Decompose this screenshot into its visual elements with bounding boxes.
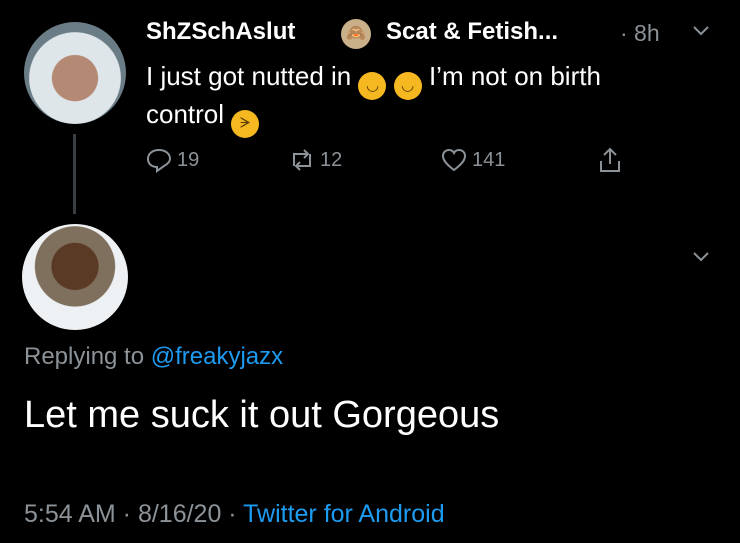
tweet-text-line-1: I just got nutted in ◡ ◡ I’m not on birt…	[146, 59, 601, 100]
tweet-meta: 5:54 AM · 8/16/20 · Twitter for Android	[24, 500, 445, 529]
retweet-button[interactable]: 12	[288, 146, 342, 174]
tweet-time: · 8h	[620, 20, 660, 46]
reply-count: 19	[177, 148, 200, 171]
tweet-text-line-2: control ᗒ	[146, 97, 260, 138]
tweet-text-control: control	[146, 99, 225, 129]
see-no-evil-monkey-icon: 🙈	[341, 19, 371, 49]
timestamp: 5:54 AM · 8/16/20 ·	[24, 500, 237, 528]
share-icon	[600, 147, 620, 172]
mention-link[interactable]: @freakyjazx	[151, 343, 283, 370]
reply-author-avatar[interactable]	[22, 224, 128, 330]
author-avatar[interactable]	[24, 22, 126, 124]
replying-prefix: Replying to	[24, 343, 145, 370]
like-button[interactable]: 141	[440, 146, 505, 174]
upside-down-face-icon: ◡	[393, 72, 422, 100]
share-button[interactable]	[596, 146, 628, 174]
thread-line	[73, 134, 76, 214]
retweet-icon	[293, 149, 311, 171]
reply-text: Let me suck it out Gorgeous	[24, 394, 500, 436]
reply-button[interactable]: 19	[145, 146, 199, 174]
chevron-down-icon[interactable]	[692, 250, 710, 268]
author-handle[interactable]: Scat & Fetish...	[386, 18, 558, 46]
tweet-text-end: I’m not on birth	[428, 61, 601, 91]
chevron-down-icon[interactable]	[692, 24, 710, 42]
author-name[interactable]: ShZSchAslut	[146, 18, 295, 46]
rolling-on-floor-laughing-icon: ᗒ	[231, 110, 260, 138]
upside-down-face-icon: ◡	[358, 72, 387, 100]
tweet-text-start: I just got nutted in	[146, 61, 352, 91]
heart-icon	[441, 148, 467, 172]
retweet-count: 12	[320, 148, 343, 171]
source-link[interactable]: Twitter for Android	[243, 500, 444, 528]
reply-icon	[146, 148, 172, 173]
replying-to: Replying to @freakyjazx	[24, 343, 283, 371]
like-count: 141	[472, 148, 506, 171]
